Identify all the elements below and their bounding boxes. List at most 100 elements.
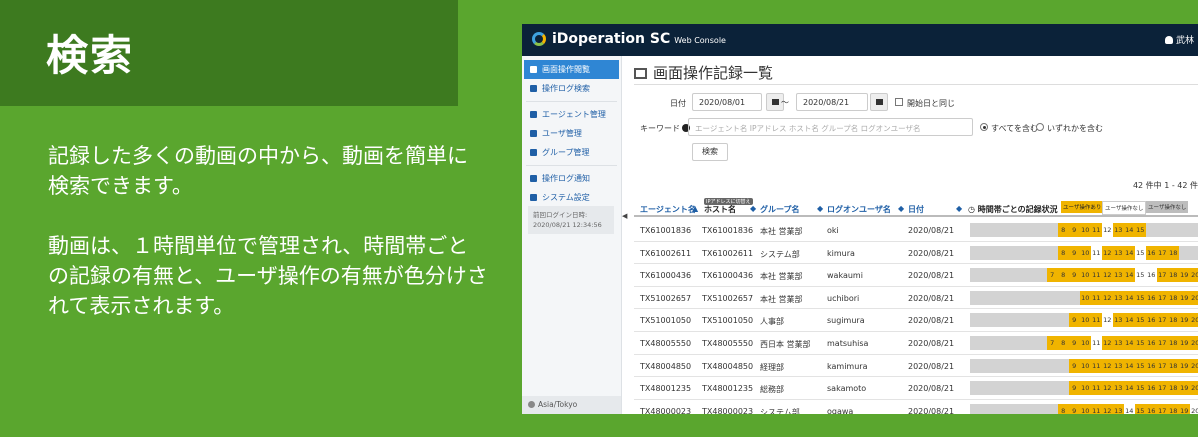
hour-cell[interactable]: 17 (1157, 290, 1168, 305)
hour-cell[interactable]: 9 (1069, 381, 1080, 396)
sidebar-item-log-notification[interactable]: 操作ログ通知 (524, 169, 619, 188)
hour-cell[interactable]: 9 (1069, 335, 1080, 350)
hour-cell[interactable]: 14 (1124, 245, 1135, 260)
hour-cell[interactable]: 10 (1080, 223, 1091, 237)
hour-cell[interactable]: 15 (1135, 313, 1146, 328)
sort-icon[interactable]: ◆ (898, 204, 904, 213)
hour-cell[interactable]: 13 (1113, 290, 1124, 305)
hour-cell[interactable]: 8 (1058, 245, 1069, 260)
hour-cell[interactable]: 15 (1135, 335, 1146, 350)
table-row[interactable]: TX48000023 TX48000023 システム部 ogawa 2020/08/21… (634, 400, 1198, 414)
hour-cell[interactable]: 20 (1190, 313, 1198, 328)
hour-cell[interactable]: 10 (1080, 268, 1091, 283)
date-from-input[interactable]: 2020/08/01 (692, 93, 762, 111)
hour-cell[interactable]: 17 (1157, 335, 1168, 350)
hour-cell[interactable]: 16 (1146, 268, 1157, 283)
column-date[interactable]: 日付 (908, 204, 924, 215)
hour-cell[interactable]: 10 (1080, 358, 1091, 373)
hour-cell[interactable]: 15 (1135, 403, 1146, 414)
user-menu[interactable]: 武林 (1164, 33, 1194, 46)
hour-cell[interactable]: 19 (1179, 403, 1190, 414)
hour-cell[interactable]: 13 (1113, 268, 1124, 283)
hour-cell[interactable]: 18 (1168, 335, 1179, 350)
sidebar-item-agent-management[interactable]: エージェント管理 (524, 105, 619, 124)
hour-cell[interactable]: 13 (1113, 245, 1124, 260)
hour-cell[interactable]: 17 (1157, 381, 1168, 396)
hour-cell[interactable]: 15 (1135, 223, 1146, 237)
sidebar-item-log-search[interactable]: 操作ログ検索 (524, 79, 619, 98)
column-host-name[interactable]: ホスト名 (704, 204, 736, 215)
hour-cell[interactable]: 13 (1113, 313, 1124, 328)
hour-cell[interactable]: 16 (1146, 403, 1157, 414)
hour-cell[interactable]: 13 (1113, 335, 1124, 350)
hour-cell[interactable]: 16 (1146, 313, 1157, 328)
hour-cell[interactable]: 15 (1135, 290, 1146, 305)
hour-cell[interactable]: 11 (1091, 245, 1102, 260)
hour-cell[interactable]: 18 (1168, 358, 1179, 373)
hour-cell[interactable]: 19 (1179, 335, 1190, 350)
hour-cell[interactable]: 14 (1124, 403, 1135, 414)
column-logon-user[interactable]: ログオンユーザ名 (827, 204, 891, 215)
hour-cell[interactable]: 15 (1135, 245, 1146, 260)
sort-asc-icon[interactable]: ▲ (692, 204, 698, 213)
hour-cell[interactable]: 14 (1124, 223, 1135, 237)
hour-cell[interactable]: 16 (1146, 381, 1157, 396)
hour-cell[interactable]: 8 (1058, 268, 1069, 283)
hour-cell[interactable]: 11 (1091, 313, 1102, 328)
sort-icon[interactable]: ◆ (750, 204, 756, 213)
hour-cell[interactable]: 10 (1080, 403, 1091, 414)
sidebar-item-screen-view[interactable]: 画面操作閲覧 (524, 60, 619, 79)
hour-cell[interactable]: 20 (1190, 335, 1198, 350)
hour-cell[interactable]: 12 (1102, 223, 1113, 237)
hour-cell[interactable]: 19 (1179, 313, 1190, 328)
hour-cell[interactable]: 13 (1113, 381, 1124, 396)
hour-cell[interactable]: 20 (1190, 358, 1198, 373)
hour-cell[interactable]: 17 (1157, 245, 1168, 260)
hour-cell[interactable]: 7 (1047, 335, 1058, 350)
hour-cell[interactable]: 8 (1058, 403, 1069, 414)
hour-cell[interactable]: 14 (1124, 335, 1135, 350)
hour-cell[interactable]: 18 (1168, 245, 1179, 260)
table-row[interactable]: TX48005550 TX48005550 西日本 営業部 matsuhisa 2020… (634, 332, 1198, 355)
hour-cell[interactable]: 16 (1146, 245, 1157, 260)
hour-cell[interactable]: 9 (1069, 223, 1080, 237)
hour-cell[interactable]: 11 (1091, 223, 1102, 237)
hour-cell[interactable]: 12 (1102, 358, 1113, 373)
hour-cell[interactable]: 10 (1080, 313, 1091, 328)
hour-cell[interactable]: 18 (1168, 313, 1179, 328)
hour-cell[interactable]: 13 (1113, 223, 1124, 237)
date-to-calendar-button[interactable] (870, 93, 888, 111)
hour-cell[interactable]: 20 (1190, 403, 1198, 414)
hour-cell[interactable]: 9 (1069, 358, 1080, 373)
hour-cell[interactable]: 20 (1190, 268, 1198, 283)
table-row[interactable]: TX61001836 TX61001836 本社 営業部 oki 2020/08/21 8… (634, 219, 1198, 242)
hour-cell[interactable]: 12 (1102, 403, 1113, 414)
sidebar-item-user-management[interactable]: ユーザ管理 (524, 124, 619, 143)
hour-cell[interactable]: 15 (1135, 268, 1146, 283)
table-row[interactable]: TX51002657 TX51002657 本社 営業部 uchibori 2020/0… (634, 287, 1198, 310)
table-row[interactable]: TX48004850 TX48004850 経理部 kamimura 2020/08/2… (634, 355, 1198, 378)
hour-cell[interactable]: 12 (1102, 290, 1113, 305)
column-agent-name[interactable]: エージェント名 (640, 204, 696, 215)
sidebar-collapse-toggle[interactable]: ◀ (622, 212, 627, 220)
sort-icon[interactable]: ◆ (817, 204, 823, 213)
column-group-name[interactable]: グループ名 (760, 204, 800, 215)
hour-cell[interactable]: 10 (1080, 335, 1091, 350)
hour-cell[interactable]: 11 (1091, 381, 1102, 396)
hour-cell[interactable]: 12 (1102, 313, 1113, 328)
table-row[interactable]: TX48001235 TX48001235 総務部 sakamoto 2020/08/2… (634, 377, 1198, 400)
keyword-input[interactable]: エージェント名 IPアドレス ホスト名 グループ名 ログオンユーザ名 (688, 118, 973, 136)
hour-cell[interactable]: 18 (1168, 403, 1179, 414)
hour-cell[interactable]: 19 (1179, 381, 1190, 396)
hour-cell[interactable]: 12 (1102, 268, 1113, 283)
hour-cell[interactable]: 17 (1157, 403, 1168, 414)
hour-cell[interactable]: 14 (1124, 268, 1135, 283)
sidebar-item-system-settings[interactable]: システム設定 (524, 188, 619, 207)
hour-cell[interactable]: 14 (1124, 290, 1135, 305)
hour-cell[interactable]: 15 (1135, 358, 1146, 373)
hour-cell[interactable]: 19 (1179, 358, 1190, 373)
hour-cell[interactable]: 17 (1157, 358, 1168, 373)
match-all-radio[interactable] (980, 123, 988, 131)
hour-cell[interactable]: 15 (1135, 381, 1146, 396)
hour-cell[interactable]: 13 (1113, 358, 1124, 373)
